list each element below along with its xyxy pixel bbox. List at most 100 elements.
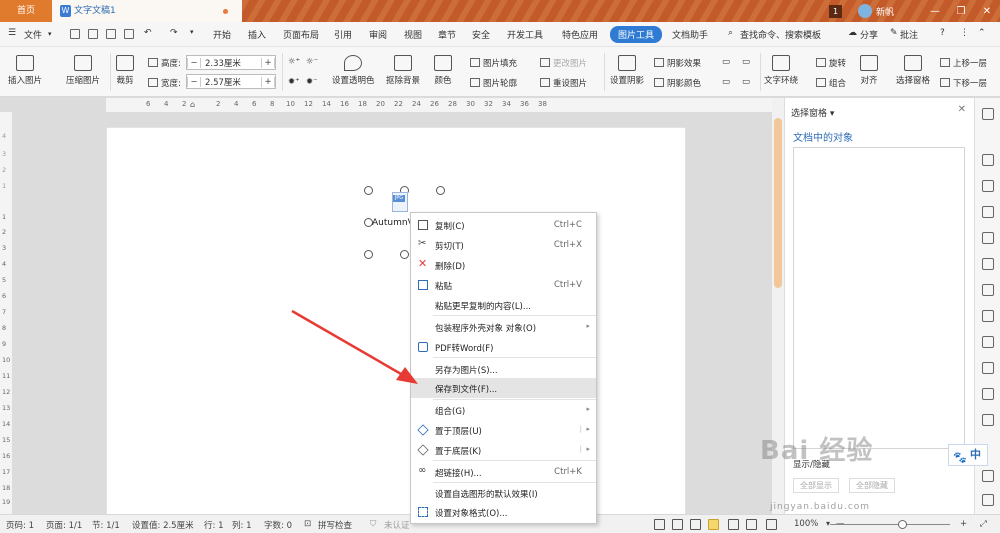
- width-decrease-button[interactable]: −: [187, 76, 201, 87]
- search-icon[interactable]: ⌕: [728, 28, 733, 38]
- reduce-contrast-button[interactable]: ☼⁻: [306, 57, 318, 67]
- table-icon[interactable]: [982, 232, 994, 244]
- height-value[interactable]: 2.33厘米: [201, 57, 261, 69]
- width-value[interactable]: 2.57厘米: [201, 76, 261, 88]
- close-button[interactable]: ✕: [974, 6, 1000, 17]
- submenu-arrow-icon[interactable]: ▸: [586, 425, 590, 433]
- menu-item-save-to-file[interactable]: 保存到文件(F)...: [411, 378, 596, 398]
- outline-view-icon[interactable]: [690, 519, 701, 530]
- horizontal-ruler[interactable]: 6 4 2 ⌂ 2 4 6 8 10 12 14 16 18 20 22 24 …: [106, 98, 772, 112]
- scrollbar-thumb[interactable]: [774, 118, 782, 288]
- zoom-slider-knob[interactable]: [898, 520, 907, 529]
- save-icon[interactable]: [70, 29, 80, 39]
- spell-check-button[interactable]: 拼写检查: [318, 519, 352, 531]
- height-increase-button[interactable]: +: [261, 57, 275, 68]
- hide-all-button[interactable]: 全部隐藏: [849, 478, 895, 493]
- pen-icon[interactable]: [982, 258, 994, 270]
- menu-references[interactable]: 引用: [334, 28, 352, 41]
- status-col[interactable]: 列: 1: [232, 519, 251, 531]
- avatar[interactable]: [857, 4, 872, 18]
- height-stepper[interactable]: − 2.33厘米 +: [186, 55, 276, 70]
- menu-chapter[interactable]: 章节: [438, 28, 456, 41]
- menu-item-delete[interactable]: ✕ 删除(D): [411, 255, 596, 275]
- add-brightness-button[interactable]: ✹⁺: [288, 77, 300, 87]
- remove-background-button[interactable]: 抠除背景: [386, 55, 420, 86]
- help-button[interactable]: ?: [940, 28, 945, 38]
- show-all-button[interactable]: 全部显示: [793, 478, 839, 493]
- zoom-level[interactable]: 100%: [794, 519, 818, 529]
- menu-item-send-to-back[interactable]: 置于底层(K) | ▸: [411, 440, 596, 460]
- document-tab[interactable]: W 文字文稿1: [52, 0, 242, 22]
- collapse-ribbon-icon[interactable]: ⌃: [978, 28, 986, 38]
- more-icon[interactable]: ⋮: [960, 28, 969, 38]
- ime-indicator[interactable]: 🐾 中: [948, 444, 988, 466]
- object-list[interactable]: [793, 147, 965, 449]
- resize-handle[interactable]: [364, 186, 373, 195]
- add-contrast-button[interactable]: ☼⁺: [288, 57, 300, 67]
- selection-pane-button[interactable]: 选择窗格: [896, 55, 930, 86]
- menu-file[interactable]: 文件: [24, 28, 42, 41]
- document-icon[interactable]: [982, 336, 994, 348]
- crop-button[interactable]: 裁剪: [116, 55, 134, 86]
- shadow-nudge-right-button[interactable]: ▭: [742, 77, 750, 87]
- focus-mode-icon[interactable]: [654, 519, 665, 530]
- gift-icon[interactable]: [982, 388, 994, 400]
- hamburger-icon[interactable]: ☰: [8, 28, 16, 38]
- color-button[interactable]: 颜色: [434, 55, 452, 86]
- settings-icon[interactable]: [982, 494, 994, 506]
- web-layout-icon[interactable]: [728, 519, 739, 530]
- command-search[interactable]: 查找命令、搜索模板: [740, 28, 821, 41]
- shadow-nudge-up-button[interactable]: ▭: [722, 57, 730, 67]
- style-icon[interactable]: [982, 206, 994, 218]
- undo-icon[interactable]: ↶: [144, 28, 152, 38]
- menu-item-save-as-picture[interactable]: 另存为图片(S)...: [411, 359, 596, 379]
- group-button[interactable]: 组合: [816, 77, 846, 89]
- menu-item-bring-to-front[interactable]: 置于顶层(U) | ▸: [411, 420, 596, 440]
- bring-forward-button[interactable]: 上移一层: [940, 57, 987, 69]
- lock-icon[interactable]: [982, 310, 994, 322]
- embedded-picture[interactable]: JPG: [392, 192, 408, 212]
- share-icon[interactable]: [982, 414, 994, 426]
- share-button[interactable]: 分享: [860, 28, 878, 41]
- status-word-count[interactable]: 字数: 0: [264, 519, 292, 531]
- text-wrap-button[interactable]: 文字环绕: [764, 55, 798, 86]
- reduce-brightness-button[interactable]: ✹⁻: [306, 77, 318, 87]
- menu-doc-assistant[interactable]: 文档助手: [672, 28, 708, 41]
- submenu-arrow-icon[interactable]: ▸: [586, 445, 590, 453]
- restore-button[interactable]: ❐: [948, 6, 974, 17]
- book-icon[interactable]: [982, 362, 994, 374]
- globe-icon[interactable]: [746, 519, 757, 530]
- print-icon[interactable]: [106, 29, 116, 39]
- zoom-slider[interactable]: [830, 524, 950, 525]
- menu-picture-tools[interactable]: 图片工具: [610, 26, 663, 43]
- quick-access-more-icon[interactable]: ▾: [190, 28, 194, 36]
- shadow-nudge-left-button[interactable]: ▭: [722, 77, 730, 87]
- align-button[interactable]: 对齐: [860, 55, 878, 86]
- export-icon[interactable]: [124, 29, 134, 39]
- menu-item-copy[interactable]: 复制(C) Ctrl+C: [411, 215, 596, 235]
- menu-item-cut[interactable]: ✂ 剪切(T) Ctrl+X: [411, 235, 596, 255]
- chevron-down-icon[interactable]: ▾: [48, 30, 52, 38]
- notification-badge[interactable]: 1: [828, 4, 842, 18]
- menu-insert[interactable]: 插入: [248, 28, 266, 41]
- menu-item-hyperlink[interactable]: ∞ 超链接(H)... Ctrl+K: [411, 462, 596, 482]
- status-page-number[interactable]: 页码: 1: [6, 519, 34, 531]
- collapse-icon[interactable]: [982, 108, 994, 120]
- set-shadow-button[interactable]: 设置阴影: [610, 55, 644, 86]
- zoom-in-button[interactable]: +: [960, 519, 967, 529]
- shadow-nudge-down-button[interactable]: ▭: [742, 57, 750, 67]
- menu-features[interactable]: 特色应用: [562, 28, 598, 41]
- width-increase-button[interactable]: +: [261, 76, 275, 87]
- page-view-icon[interactable]: [708, 519, 719, 530]
- menu-item-paste-earlier[interactable]: 粘贴更早复制的内容(L)...: [411, 295, 596, 315]
- home-tab[interactable]: 首页: [0, 0, 52, 22]
- compress-picture-button[interactable]: 压缩图片: [66, 55, 100, 86]
- shadow-color-button[interactable]: 阴影颜色: [654, 77, 701, 89]
- minimize-button[interactable]: —: [922, 6, 948, 17]
- status-pages[interactable]: 页面: 1/1: [46, 519, 82, 531]
- menu-view[interactable]: 视图: [404, 28, 422, 41]
- menu-review[interactable]: 审阅: [369, 28, 387, 41]
- menu-item-pdf-to-word[interactable]: PDF转Word(F): [411, 337, 596, 357]
- shadow-effect-button[interactable]: 阴影效果: [654, 57, 701, 69]
- indent-marker-icon[interactable]: ⌂: [190, 100, 195, 109]
